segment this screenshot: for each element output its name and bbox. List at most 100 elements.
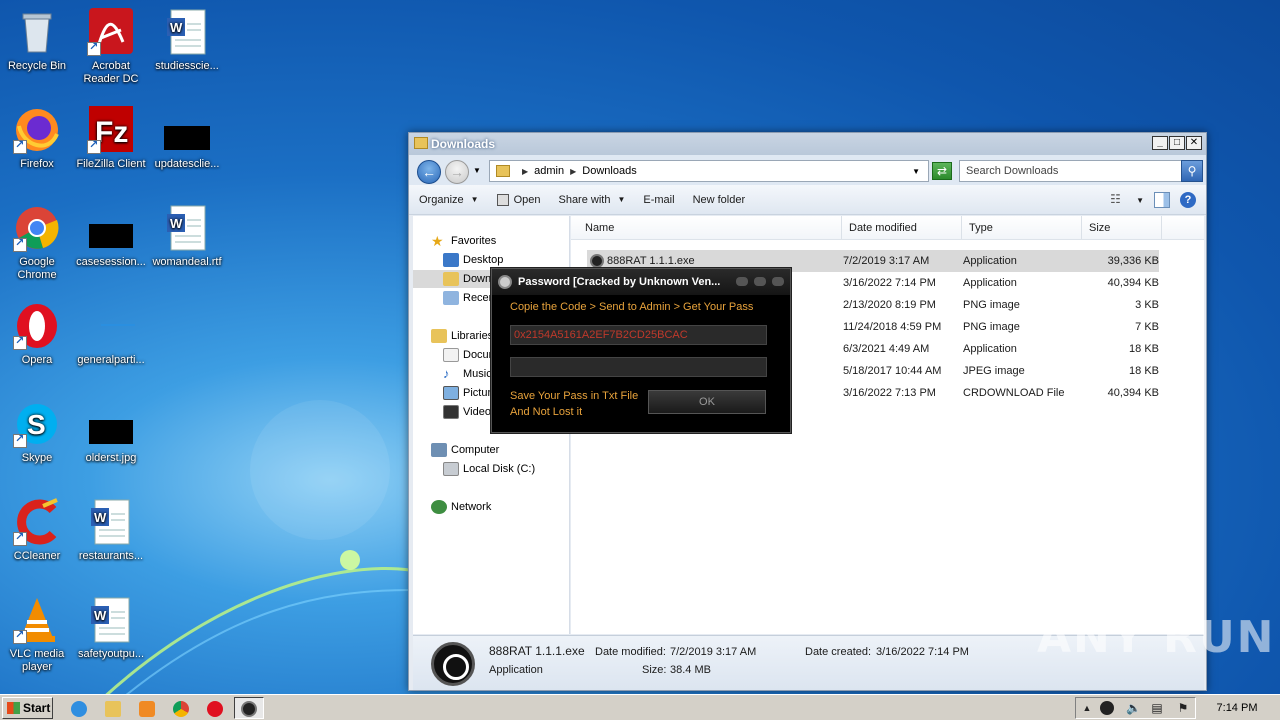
libraries-icon [431,329,447,343]
desktop-icon-updatesclie[interactable]: updatesclie... [150,106,224,171]
share-with-label: Share with [558,193,611,206]
taskbar-chrome-button[interactable] [166,697,196,719]
word-document-icon: W [163,8,211,56]
breadcrumb-arrow-icon[interactable]: ▶ [522,167,528,176]
volume-icon[interactable]: 🔈 [1126,701,1141,715]
dialog-maximize-button[interactable] [754,277,766,286]
dialog-title: Password [Cracked by Unknown Ven... [518,276,721,288]
desktop-icon-casesession[interactable]: casesession... [74,204,148,269]
ok-button[interactable]: OK [648,390,766,414]
recent-places-icon [443,291,459,305]
organize-label: Organize [419,193,464,206]
app-logo-icon [498,275,512,289]
desktop-icon-ccleaner[interactable]: CCleaner [0,498,74,563]
refresh-button[interactable]: ⇄ [932,162,952,180]
open-button[interactable]: Open [496,193,541,206]
file-size: 18 KB [1129,365,1159,377]
nav-music-label: Music [463,368,492,380]
taskbar-ie-button[interactable] [64,697,94,719]
taskbar-888rat-button[interactable] [234,697,264,719]
tray-expand-icon[interactable]: ▲ [1080,701,1094,715]
breadcrumb-arrow-icon[interactable]: ▶ [570,167,576,176]
taskbar-opera-button[interactable] [200,697,230,719]
history-dropdown-icon[interactable]: ▼ [473,166,481,175]
column-size[interactable]: Size [1082,216,1162,239]
open-label: Open [513,193,541,206]
file-date: 2/13/2020 8:19 PM [843,299,936,311]
organize-button[interactable]: Organize ▼ [419,194,479,206]
share-with-button[interactable]: Share with ▼ [558,194,625,206]
back-button[interactable]: ← [417,160,441,184]
desktop-icon-studiesscie[interactable]: W studiesscie... [150,8,224,73]
file-size: 3 KB [1135,299,1159,311]
column-date-modified[interactable]: Date modified [842,216,962,239]
recycle-bin-icon [13,8,61,56]
password-dialog[interactable]: Password [Cracked by Unknown Ven... Copi… [491,268,791,433]
nav-libraries[interactable]: Libraries [431,327,493,345]
nav-local-disk[interactable]: Local Disk (C:) [443,460,535,478]
view-options-icon[interactable]: ☷ [1110,192,1126,208]
address-dropdown-icon[interactable]: ▼ [912,167,920,176]
close-button[interactable]: ✕ [1186,136,1202,150]
address-bar[interactable]: ▶ admin ▶ Downloads ▼ [489,160,929,182]
help-icon[interactable]: ? [1180,192,1196,208]
desktop-icon-firefox[interactable]: Firefox [0,106,74,171]
taskbar-explorer-button[interactable] [98,697,128,719]
dialog-minimize-button[interactable] [736,277,748,286]
media-player-icon [139,701,155,717]
desktop-icon-opera[interactable]: Opera [0,302,74,367]
desktop-icon-vlc[interactable]: VLC media player [0,596,74,674]
search-icon[interactable]: ⚲ [1181,160,1203,182]
network-icon[interactable]: ▤ [1150,701,1164,715]
view-dropdown-icon[interactable]: ▼ [1136,196,1144,205]
forward-button[interactable]: → [445,160,469,184]
dialog-titlebar[interactable]: Password [Cracked by Unknown Ven... [492,269,790,295]
word-document-icon: W [163,204,211,252]
file-type: PNG image [963,299,1020,311]
desktop-icon-restaurants[interactable]: W restaurants... [74,498,148,563]
nav-computer[interactable]: Computer [431,441,499,459]
breadcrumb-downloads[interactable]: Downloads [582,165,636,177]
column-name[interactable]: Name [571,216,842,239]
code-field[interactable]: 0x2154A5161A2EF7B2CD25BCAC [510,325,767,345]
file-size: 40,394 KB [1107,387,1159,399]
window-titlebar[interactable]: Downloads _ □ ✕ [409,133,1206,155]
network-icon [431,500,447,514]
nav-videos[interactable]: Videos [443,403,496,421]
clock[interactable]: 7:14 PM [1196,697,1278,719]
desktop-icon-acrobat[interactable]: Acrobat Reader DC [74,8,148,86]
new-folder-button[interactable]: New folder [693,194,746,206]
column-type[interactable]: Type [962,216,1082,239]
desktop-icon-recycle-bin[interactable]: Recycle Bin [0,8,74,73]
nav-music[interactable]: ♪ Music [443,365,492,383]
nav-favorites[interactable]: ★ Favorites [431,232,496,250]
breadcrumb-admin[interactable]: admin [534,165,564,177]
nav-libraries-label: Libraries [451,330,494,342]
email-button[interactable]: E-mail [643,194,674,206]
desktop-icon-womandeal[interactable]: W womandeal.rtf [150,204,224,269]
search-input[interactable]: Search Downloads ⚲ [959,160,1203,182]
file-type: JPEG image [963,365,1025,377]
preview-pane-icon[interactable] [1154,192,1170,208]
nav-desktop[interactable]: Desktop [443,251,503,269]
desktop-icon-generalparti[interactable]: generalparti... [74,302,148,367]
file-type: Application [963,277,1017,289]
maximize-button[interactable]: □ [1169,136,1185,150]
computer-icon [431,443,447,457]
desktop-icon-safetyoutpu[interactable]: W safetyoutpu... [74,596,148,661]
desktop-icon-olderst[interactable]: olderst.jpg [74,400,148,465]
pictures-icon [443,386,459,400]
action-center-flag-icon[interactable]: ⚑ [1176,701,1190,715]
nav-network-label: Network [451,501,492,513]
taskbar-media-button[interactable] [132,697,162,719]
dialog-close-button[interactable] [772,277,784,286]
desktop-icon-skype[interactable]: S Skype [0,400,74,465]
password-field[interactable] [510,357,767,377]
desktop-icon-chrome[interactable]: Google Chrome [0,204,74,282]
file-size: 39,336 KB [1107,255,1159,267]
desktop-icon-filezilla[interactable]: Fz FileZilla Client [74,106,148,171]
start-button[interactable]: Start [2,697,53,719]
nav-network[interactable]: Network [431,498,491,516]
minimize-button[interactable]: _ [1152,136,1168,150]
tray-app-icon[interactable] [1100,701,1114,715]
